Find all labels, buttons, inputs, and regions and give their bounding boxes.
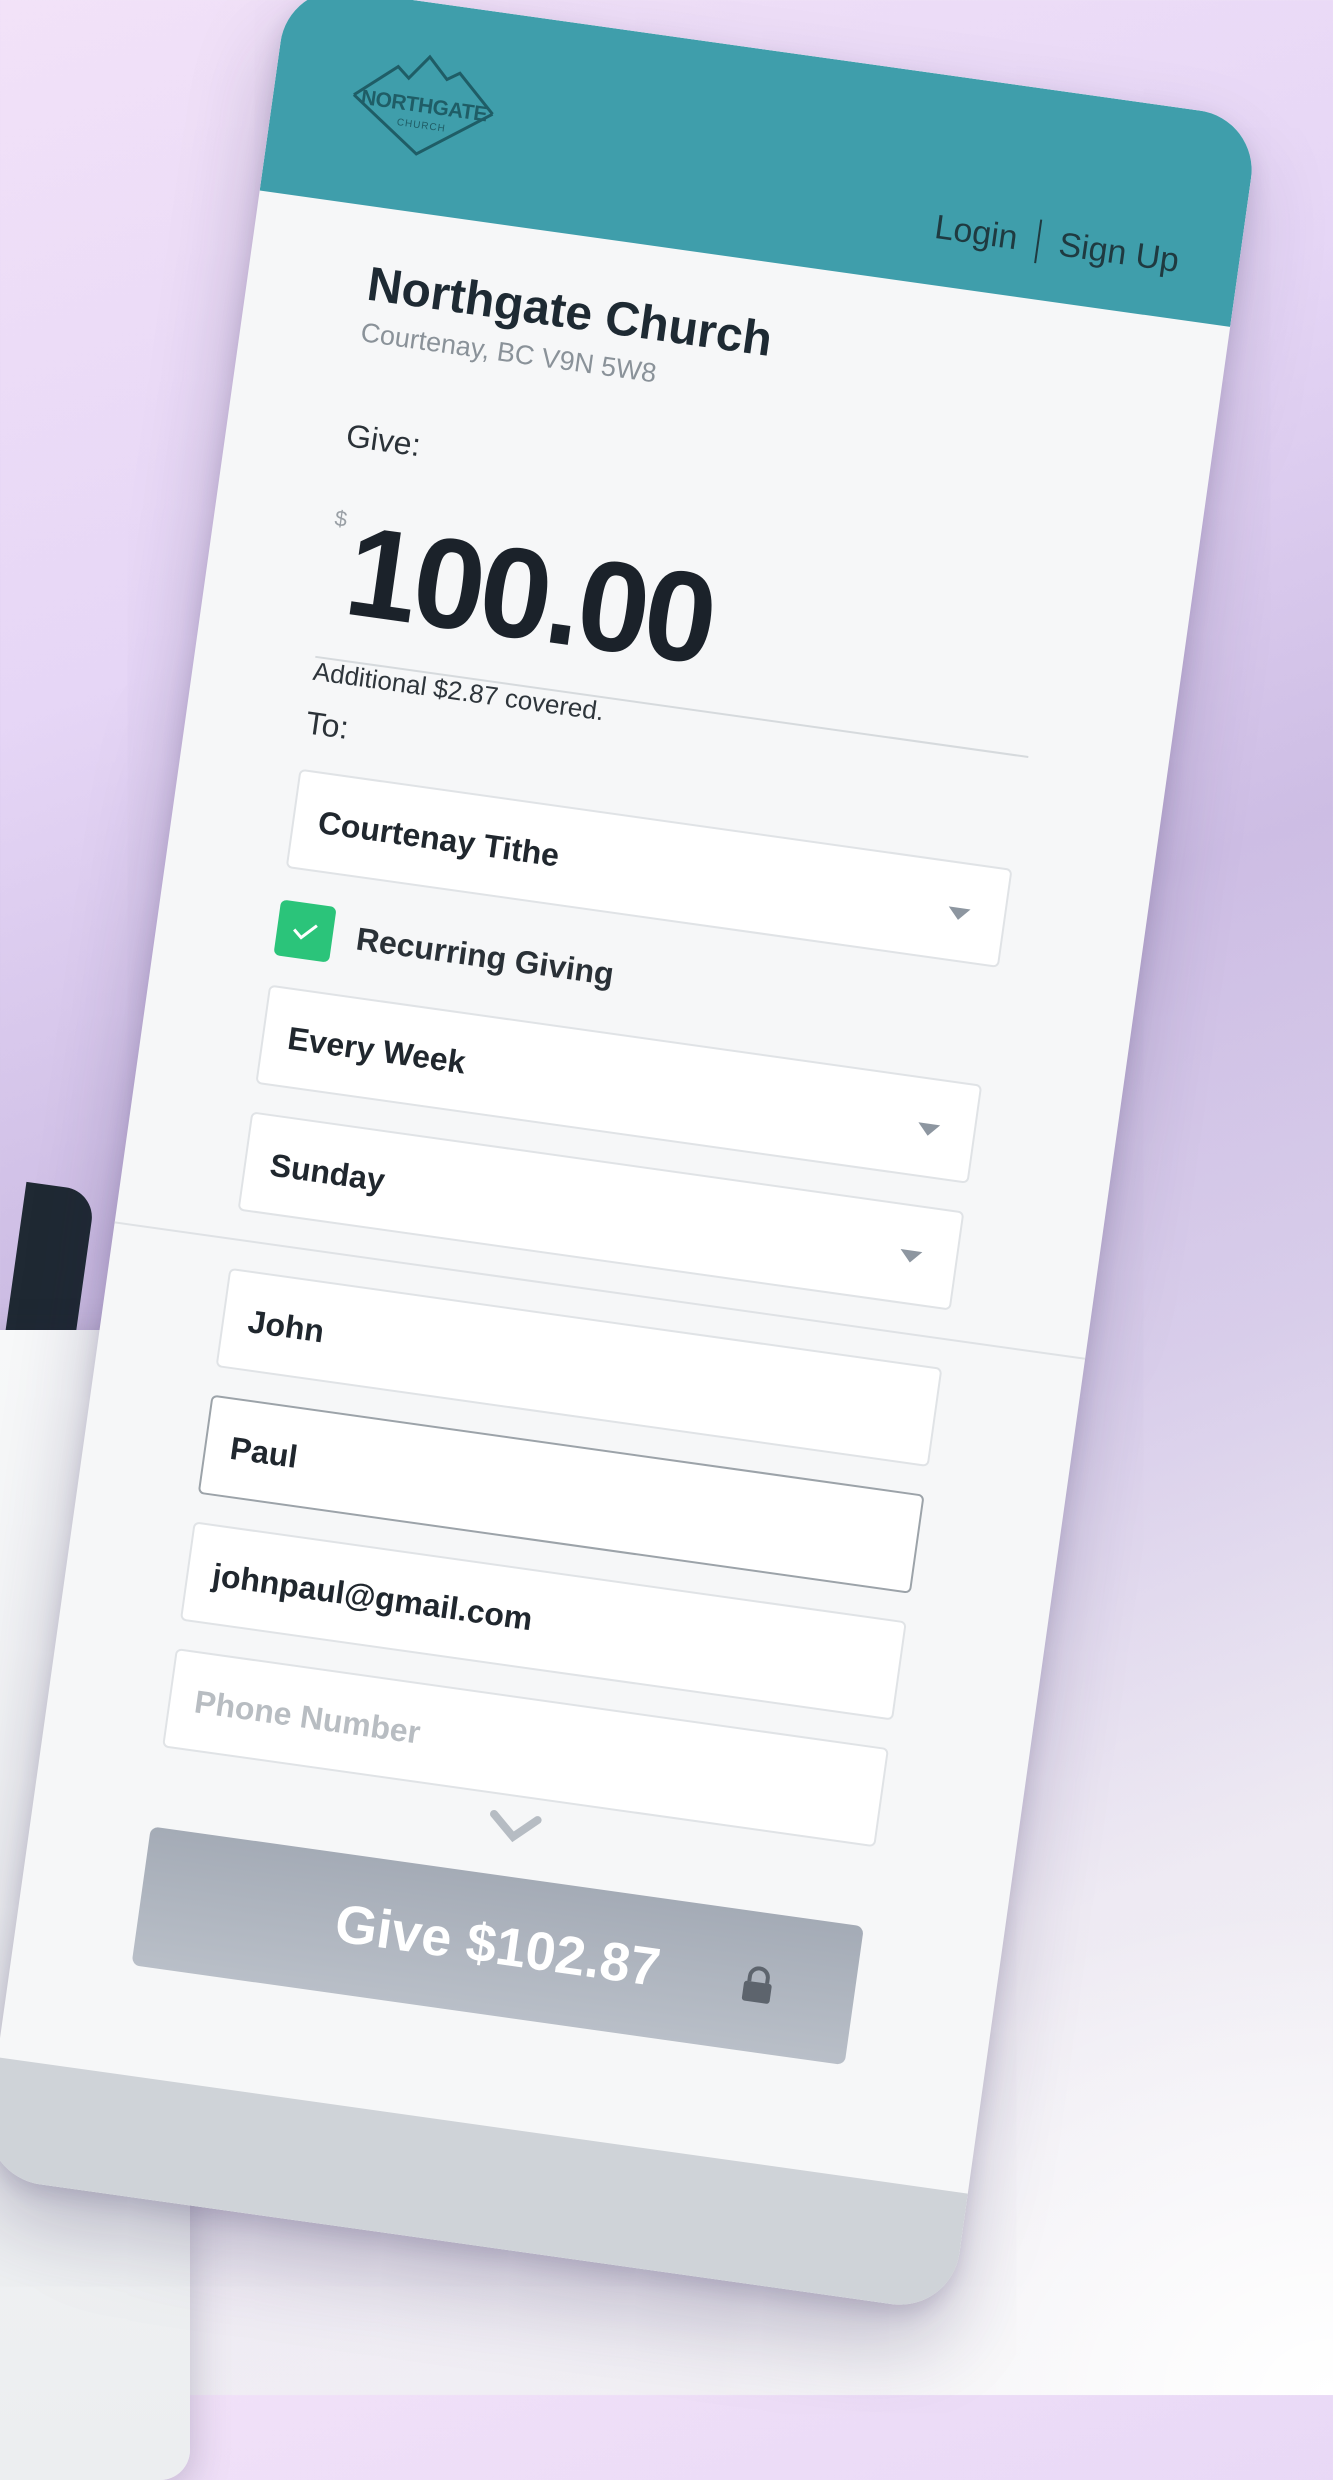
signup-link[interactable]: Sign Up — [1056, 225, 1181, 280]
church-logo[interactable]: NORTHGATE CHURCH — [336, 32, 511, 173]
auth-divider — [1034, 219, 1043, 264]
fund-select-value: Courtenay Tithe — [315, 804, 562, 874]
auth-links: Login Sign Up — [932, 205, 1182, 283]
amount-value[interactable]: 100.00 — [337, 496, 722, 696]
recurring-label: Recurring Giving — [354, 919, 617, 992]
check-icon — [293, 924, 318, 940]
give-button-label: Give $102.87 — [331, 1893, 664, 1999]
first-name-value: John — [245, 1303, 327, 1350]
chevron-down-icon — [947, 906, 971, 922]
frequency-select-value: Every Week — [285, 1019, 468, 1081]
chevron-down-icon — [898, 1249, 923, 1264]
lock-icon — [741, 1966, 772, 2004]
chevron-down-icon — [490, 1809, 542, 1843]
day-select-value: Sunday — [267, 1146, 388, 1199]
last-name-value: Paul — [227, 1429, 300, 1475]
currency-symbol: $ — [333, 505, 349, 532]
email-value: johnpaul@gmail.com — [210, 1556, 535, 1638]
chevron-down-icon — [916, 1122, 941, 1138]
recurring-checkbox[interactable] — [273, 899, 337, 963]
login-link[interactable]: Login — [932, 208, 1020, 258]
